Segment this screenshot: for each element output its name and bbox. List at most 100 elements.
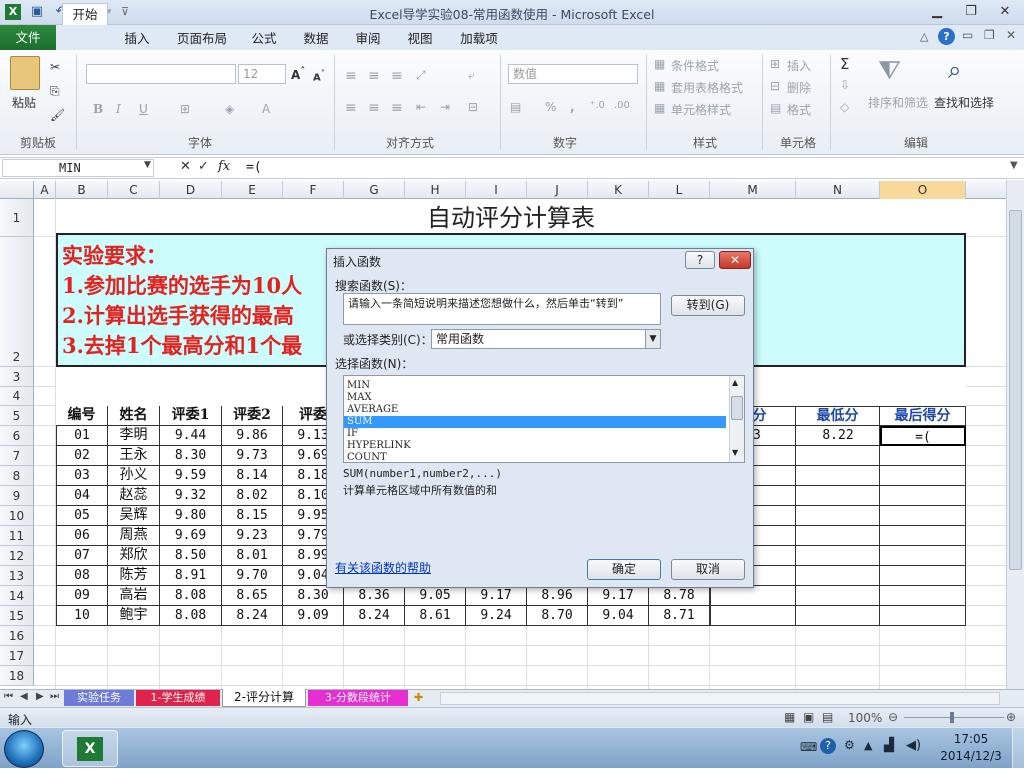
show-hidden-icons[interactable]: ▲	[864, 739, 872, 752]
horizontal-scrollbar[interactable]	[440, 692, 1000, 705]
table-cell[interactable]: 8.78	[649, 586, 710, 606]
table-cell[interactable]	[880, 526, 966, 546]
column-header[interactable]: O	[880, 181, 966, 199]
table-cell[interactable]: 8.08	[160, 606, 222, 626]
column-header[interactable]: G	[344, 181, 405, 199]
row-header[interactable]: 8	[0, 466, 34, 486]
column-header[interactable]: D	[160, 181, 222, 199]
italic-icon[interactable]: I	[116, 102, 121, 116]
table-cell[interactable]	[710, 586, 796, 606]
table-cell[interactable]: 04	[56, 486, 108, 506]
column-header[interactable]: L	[649, 181, 710, 199]
show-desktop-button[interactable]	[1012, 728, 1024, 769]
table-cell[interactable]: 8.30	[160, 446, 222, 466]
close-button[interactable]: ✕	[992, 3, 1018, 21]
table-cell[interactable]: 陈芳	[108, 566, 160, 586]
format-cells-icon[interactable]: ▤	[770, 101, 781, 115]
network-icon[interactable]: ▟	[884, 738, 894, 753]
table-cell[interactable]	[880, 606, 966, 626]
table-cell[interactable]	[796, 486, 880, 506]
table-cell[interactable]: 高岩	[108, 586, 160, 606]
function-list-item[interactable]: COUNT	[344, 452, 726, 462]
tray-help-icon[interactable]: ?	[820, 738, 836, 754]
find-select-button[interactable]: 查找和选择	[934, 94, 994, 111]
paste-button[interactable]: 粘贴	[12, 94, 36, 111]
comma-icon[interactable]: ,	[570, 100, 575, 114]
sheet-tab-tasks[interactable]: 实验任务	[64, 690, 134, 706]
table-cell[interactable]: 孙义	[108, 466, 160, 486]
table-cell[interactable]	[880, 546, 966, 566]
row-header[interactable]: 9	[0, 486, 34, 506]
column-header[interactable]: J	[527, 181, 588, 199]
table-cell[interactable]: 8.14	[222, 466, 283, 486]
align-center-icon[interactable]: ≡	[368, 100, 380, 116]
align-left-icon[interactable]: ≡	[345, 100, 357, 116]
dialog-help-button[interactable]: ?	[685, 251, 715, 269]
fill-color-icon[interactable]: ◈	[225, 102, 234, 116]
column-header[interactable]: I	[466, 181, 527, 199]
table-cell[interactable]	[880, 566, 966, 586]
clear-icon[interactable]: ◇	[840, 100, 849, 114]
table-cell[interactable]: 8.50	[160, 546, 222, 566]
function-list[interactable]: MIN MAX AVERAGE SUM IF HYPERLINK COUNT	[343, 375, 745, 463]
select-all-corner[interactable]	[0, 181, 34, 199]
row-header[interactable]: 3	[0, 367, 34, 387]
sheet-tab-grades[interactable]: 1-学生成绩	[136, 690, 220, 706]
row-header[interactable]: 11	[0, 526, 34, 546]
table-cell[interactable]: 9.86	[222, 426, 283, 446]
tab-view[interactable]: 视图	[400, 28, 440, 50]
volume-icon[interactable]: ◀)	[906, 738, 921, 753]
table-cell[interactable]	[796, 506, 880, 526]
table-cell[interactable]: 9.24	[466, 606, 527, 626]
table-cell[interactable]: 赵蕊	[108, 486, 160, 506]
table-cell[interactable]: 01	[56, 426, 108, 446]
row-header[interactable]: 7	[0, 446, 34, 466]
tab-page-layout[interactable]: 页面布局	[170, 28, 234, 50]
name-box[interactable]: MIN	[2, 159, 154, 177]
binoculars-icon[interactable]: ⌕	[948, 56, 961, 84]
row-header[interactable]: 12	[0, 546, 34, 566]
function-list-item[interactable]: HYPERLINK	[344, 440, 726, 452]
table-cell[interactable]: 李明	[108, 426, 160, 446]
table-cell[interactable]: 8.30	[283, 586, 344, 606]
wrap-text-icon[interactable]: ⤶	[468, 68, 475, 83]
font-color-icon[interactable]: A	[262, 102, 270, 116]
align-right-icon[interactable]: ≡	[391, 100, 403, 116]
table-cell[interactable]: 9.80	[160, 506, 222, 526]
category-dropdown-icon[interactable]: ▼	[645, 330, 660, 348]
merge-cells-icon[interactable]: ⊟	[468, 100, 478, 114]
table-cell[interactable]: 8.91	[160, 566, 222, 586]
table-cell[interactable]	[710, 606, 796, 626]
conditional-format-button[interactable]: 条件格式	[671, 57, 719, 74]
ok-button[interactable]: 确定	[587, 559, 661, 580]
font-name-box[interactable]	[86, 64, 236, 84]
restore-button[interactable]: ❐	[958, 3, 984, 21]
zoom-in-icon[interactable]: ⊕	[1006, 710, 1016, 724]
row-header[interactable]: 10	[0, 506, 34, 526]
start-button[interactable]	[4, 730, 44, 768]
cell-style-button[interactable]: 单元格样式	[671, 101, 731, 118]
minimize-button[interactable]: ▁	[924, 3, 950, 21]
orientation-icon[interactable]: ⤢	[416, 68, 426, 83]
row-header[interactable]: 17	[0, 646, 34, 666]
table-cell[interactable]: 8.70	[527, 606, 588, 626]
keyboard-icon[interactable]: ⌨	[800, 740, 817, 754]
table-cell-value[interactable]: =(	[880, 426, 966, 446]
doc-close-icon[interactable]: ✕	[1006, 28, 1016, 42]
formula-input[interactable]: =(	[246, 160, 262, 175]
table-cell[interactable]: 8.65	[222, 586, 283, 606]
column-header[interactable]: H	[405, 181, 466, 199]
conditional-format-icon[interactable]: ▦	[654, 57, 665, 71]
insert-cells-icon[interactable]: ⊞	[770, 57, 780, 71]
scroll-down-icon[interactable]: ▼	[732, 448, 738, 457]
column-header[interactable]: F	[283, 181, 344, 199]
sheet-tab-stats[interactable]: 3-分数段统计	[308, 690, 408, 706]
tab-file[interactable]: 文件	[0, 25, 56, 50]
tab-data[interactable]: 数据	[296, 28, 336, 50]
enter-entry-icon[interactable]: ✓	[198, 159, 209, 174]
tab-formulas[interactable]: 公式	[244, 28, 284, 50]
tab-review[interactable]: 审阅	[348, 28, 388, 50]
row-header[interactable]: 4	[0, 387, 34, 406]
paste-icon[interactable]	[10, 56, 40, 90]
function-list-item[interactable]: MAX	[344, 392, 726, 404]
